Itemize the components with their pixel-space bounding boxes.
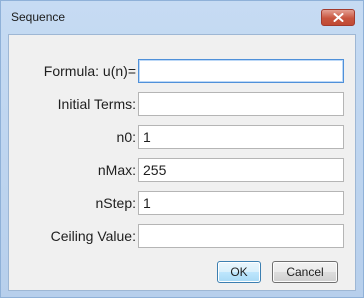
ok-button[interactable]: OK [217,261,261,283]
dialog-title: Sequence [11,10,66,24]
close-icon [333,13,344,22]
ceiling-value-input[interactable] [138,224,344,248]
nmax-label: nMax: [97,162,136,178]
ceiling-value-label: Ceiling Value: [50,228,136,244]
nstep-row: nStep: [9,191,357,215]
nmax-input[interactable] [138,158,344,182]
cancel-button[interactable]: Cancel [272,261,338,283]
n0-label: n0: [116,129,136,145]
nstep-label: nStep: [95,195,136,211]
nstep-input[interactable] [138,191,344,215]
initial-terms-row: Initial Terms: [9,92,357,116]
formula-label: Formula: u(n)= [43,63,136,79]
formula-row: Formula: u(n)= [9,59,357,83]
dialog-body: Formula: u(n)= Initial Terms: n0: nMax: … [8,34,356,291]
formula-input[interactable] [138,59,344,83]
initial-terms-input[interactable] [138,92,344,116]
n0-row: n0: [9,125,357,149]
title-bar[interactable]: Sequence [1,1,363,34]
n0-input[interactable] [138,125,344,149]
close-button[interactable] [321,9,355,26]
ceiling-value-row: Ceiling Value: [9,224,357,248]
sequence-dialog: Sequence Formula: u(n)= Initial Terms: n… [0,0,364,298]
initial-terms-label: Initial Terms: [57,96,136,112]
nmax-row: nMax: [9,158,357,182]
